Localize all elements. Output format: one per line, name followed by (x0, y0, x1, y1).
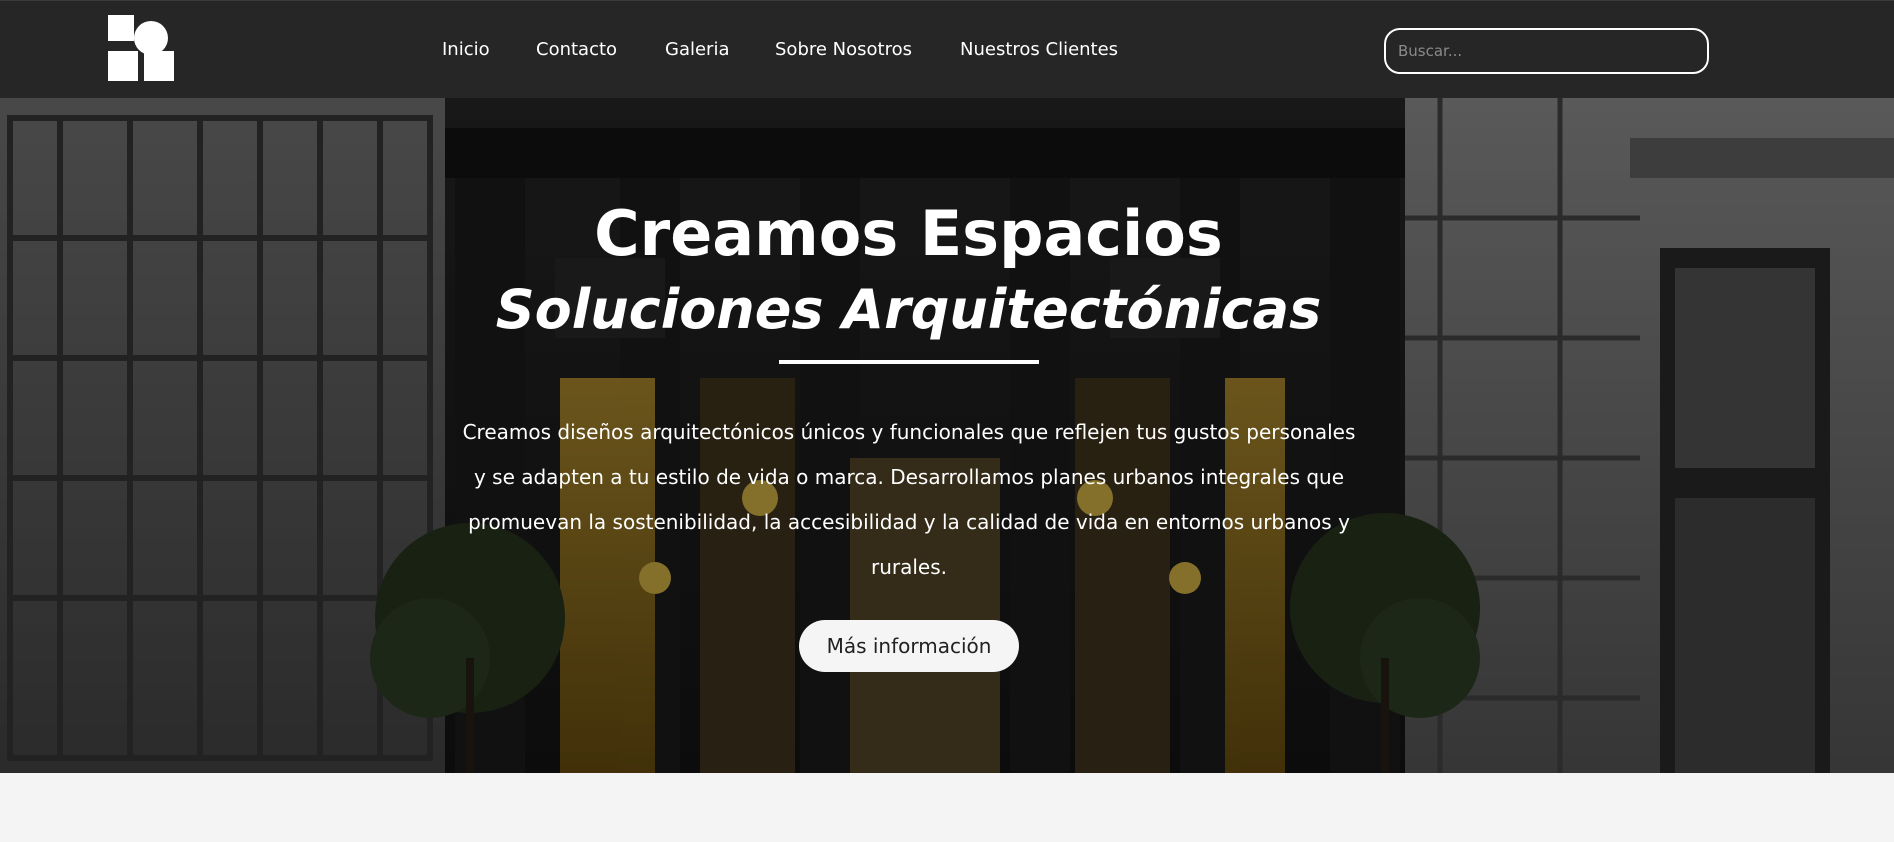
nav-link-nuestros-clientes[interactable]: Nuestros Clientes (960, 39, 1118, 61)
search-input[interactable] (1384, 28, 1709, 74)
navbar: Inicio Contacto Galeria Sobre Nosotros N… (0, 0, 1894, 98)
hero-description: Creamos diseños arquitectónicos únicos y… (462, 420, 1356, 579)
hero-title: Creamos Espacios (594, 197, 1223, 270)
nav-link-sobre-nosotros[interactable]: Sobre Nosotros (775, 39, 912, 61)
page-content-area (0, 773, 1894, 842)
hero-divider (779, 360, 1039, 364)
nav-link-galeria[interactable]: Galeria (665, 39, 730, 61)
hero-subtitle: Soluciones Arquitectónicas (495, 278, 1322, 341)
nav-link-inicio[interactable]: Inicio (442, 39, 490, 61)
more-info-button[interactable]: Más información (799, 620, 1019, 672)
nav-link-contacto[interactable]: Contacto (536, 39, 617, 61)
hero-section: Creamos Espacios Soluciones Arquitectóni… (0, 98, 1894, 773)
